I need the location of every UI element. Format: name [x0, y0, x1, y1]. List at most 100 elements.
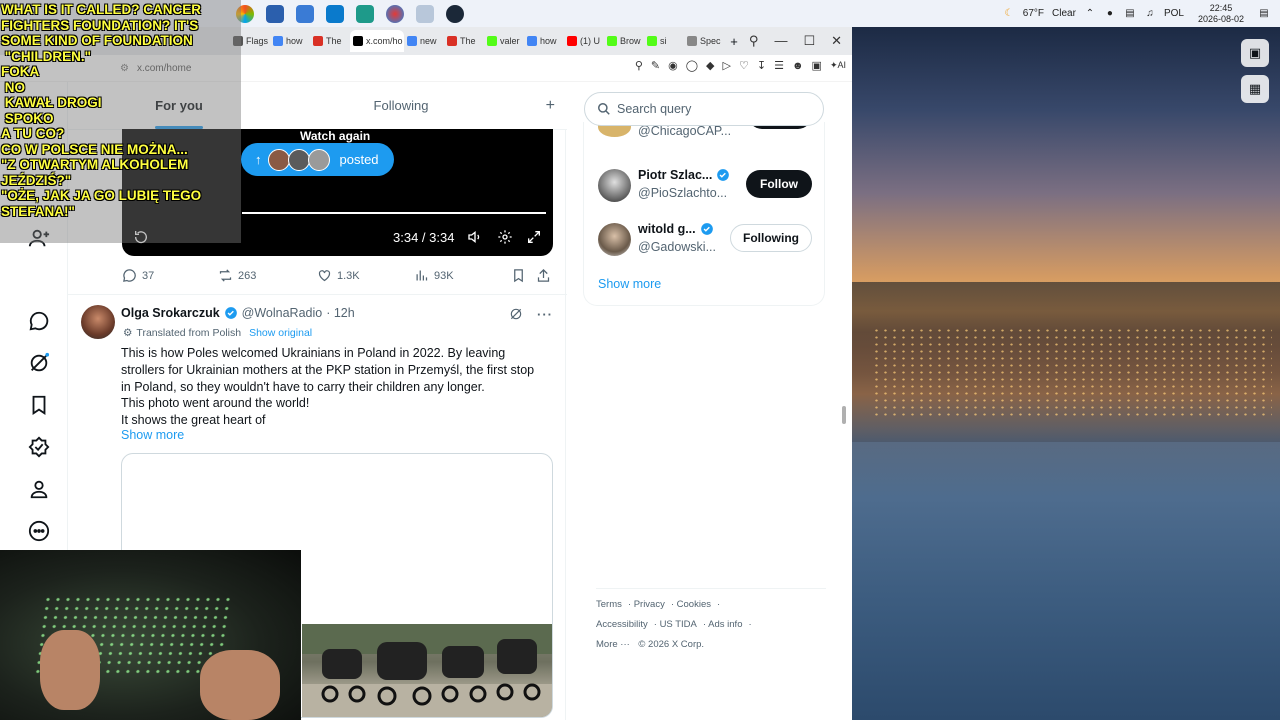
strollers-photo[interactable] [302, 624, 552, 717]
following-button[interactable]: Following [730, 224, 812, 252]
footer-link[interactable]: More ··· [596, 639, 630, 650]
reply-button[interactable]: 37 [122, 268, 154, 283]
browser-tab[interactable]: Brow [604, 30, 644, 52]
suggestion-handle[interactable]: @ChicagoCAP... [638, 124, 731, 138]
camera-icon[interactable]: ◉ [668, 59, 678, 72]
zoom-icon[interactable]: ⚲ [635, 59, 643, 72]
browser-tab[interactable]: x.com/ho [350, 30, 404, 52]
app-s-icon[interactable] [296, 4, 314, 23]
browser-tab[interactable]: Spec [684, 30, 724, 52]
new-posts-pill[interactable]: ↑ posted [241, 143, 394, 176]
browser-tab[interactable]: The [444, 30, 484, 52]
grok-icon[interactable] [28, 352, 50, 374]
suggestion-name[interactable]: witold g... [638, 222, 696, 236]
show-more-link[interactable]: Show more [121, 428, 184, 442]
post[interactable]: Olga Srokarczuk @WolnaRadio · 12h ··· ⚙ … [68, 294, 567, 718]
vscode-app-icon[interactable] [326, 4, 344, 23]
tab-favicon-icon [687, 36, 697, 46]
avatar[interactable] [81, 305, 115, 339]
suggestion-handle[interactable]: @PioSzlachto... [638, 186, 727, 200]
share-icon[interactable] [536, 268, 551, 283]
scrollbar-thumb[interactable] [842, 406, 846, 424]
more-options-icon[interactable] [28, 520, 50, 542]
network-icon[interactable]: ▤ [1124, 8, 1136, 20]
close-button[interactable]: ✕ [831, 33, 842, 49]
suggestion-handle[interactable]: @Gadowski... [638, 240, 716, 254]
vs-app-icon[interactable] [356, 4, 374, 23]
tab-following[interactable]: Following [290, 82, 512, 129]
bookmark-icon[interactable] [511, 268, 526, 283]
photos-app-icon[interactable] [416, 4, 434, 23]
post-author[interactable]: Olga Srokarczuk [121, 306, 220, 320]
verified-orgs-icon[interactable] [28, 436, 50, 458]
download-icon[interactable]: ↧ [757, 59, 766, 72]
extension-icon[interactable]: ◆ [706, 59, 714, 72]
avatar[interactable] [598, 223, 631, 256]
more-icon[interactable]: ··· [537, 307, 553, 322]
profile-icon[interactable] [28, 478, 50, 500]
microphone-icon[interactable]: ● [1104, 8, 1116, 20]
browser-tab[interactable]: si [644, 30, 684, 52]
volume-icon[interactable] [467, 229, 483, 245]
follow-button[interactable]: Follow [746, 170, 812, 198]
post-handle[interactable]: @WolnaRadio [242, 306, 323, 320]
repost-button[interactable]: 263 [218, 268, 256, 283]
show-more-link[interactable]: Show more [598, 277, 661, 291]
maximize-button[interactable]: ☐ [803, 33, 815, 49]
clock[interactable]: 22:45 2026-08-02 [1198, 3, 1244, 25]
heart-icon[interactable]: ♡ [739, 59, 749, 72]
footer-link[interactable]: Terms [596, 599, 622, 610]
edit-icon[interactable]: ✎ [651, 59, 660, 72]
chevron-up-icon[interactable]: ⌃ [1084, 8, 1096, 20]
footer-link[interactable]: US TIDA [660, 619, 697, 630]
minimize-button[interactable]: — [774, 33, 787, 49]
footer-link[interactable]: Ads info [708, 619, 742, 630]
repost-count: 263 [238, 269, 257, 282]
messages-icon[interactable] [28, 310, 50, 332]
browser-tab[interactable]: new [404, 30, 444, 52]
suggestion-name[interactable]: Piotr Szlac... [638, 168, 712, 182]
watch-again-label[interactable]: Watch again [300, 129, 370, 143]
browser-tab[interactable]: valer [484, 30, 524, 52]
notifications-icon[interactable]: ▤ [1258, 8, 1270, 20]
views-button[interactable]: 93K [414, 268, 454, 283]
menu-icon[interactable]: ☰ [774, 59, 784, 72]
desktop-app-icon[interactable]: ▦ [1241, 75, 1269, 103]
grok-icon[interactable] [509, 307, 523, 321]
desktop-app-icon[interactable]: ▣ [1241, 39, 1269, 67]
fullscreen-icon[interactable] [526, 229, 542, 245]
like-button[interactable]: 1.3K [317, 268, 360, 283]
ai-button[interactable]: ✦AI [830, 60, 846, 71]
browser-tab[interactable]: how [270, 30, 310, 52]
webcam-overlay [0, 550, 301, 720]
colorful-app-icon[interactable] [386, 4, 404, 23]
shield-icon[interactable]: ◯ [686, 59, 698, 72]
new-tab-button[interactable]: + [724, 34, 744, 49]
steam-app-icon[interactable] [446, 4, 464, 23]
play-icon[interactable]: ▷ [723, 59, 731, 72]
browser-tab[interactable]: how [524, 30, 564, 52]
settings-icon[interactable] [497, 229, 513, 245]
avatar[interactable] [598, 169, 631, 202]
page-scrollbar[interactable] [841, 88, 847, 720]
follow-suggestion[interactable]: witold g... @Gadowski... Following [584, 219, 826, 259]
bookmarks-icon[interactable] [28, 394, 50, 416]
footer-link[interactable]: Cookies [677, 599, 711, 610]
add-feed-icon[interactable]: + [512, 82, 567, 129]
browser-tab[interactable]: The [310, 30, 350, 52]
volume-icon[interactable]: ♫ [1144, 8, 1156, 20]
follow-suggestion[interactable]: Piotr Szlac... @PioSzlachto... Follow [584, 165, 826, 205]
search-tabs-icon[interactable]: ⚲ [749, 33, 759, 49]
post-time[interactable]: · 12h [326, 306, 355, 320]
profile-icon[interactable]: ☻ [792, 60, 804, 72]
search-input[interactable]: Search query [584, 92, 824, 126]
footer-link[interactable]: Privacy [634, 599, 665, 610]
language-indicator[interactable]: POL [1164, 8, 1184, 19]
video-progress-bar[interactable] [242, 212, 546, 214]
suggestion-name-row: witold g... [638, 222, 714, 236]
footer-link[interactable]: Accessibility [596, 619, 648, 630]
show-original-link[interactable]: Show original [249, 327, 312, 339]
powershell-app-icon[interactable] [266, 4, 284, 23]
cube-icon[interactable]: ▣ [812, 59, 822, 72]
browser-tab[interactable]: (1) U [564, 30, 604, 52]
